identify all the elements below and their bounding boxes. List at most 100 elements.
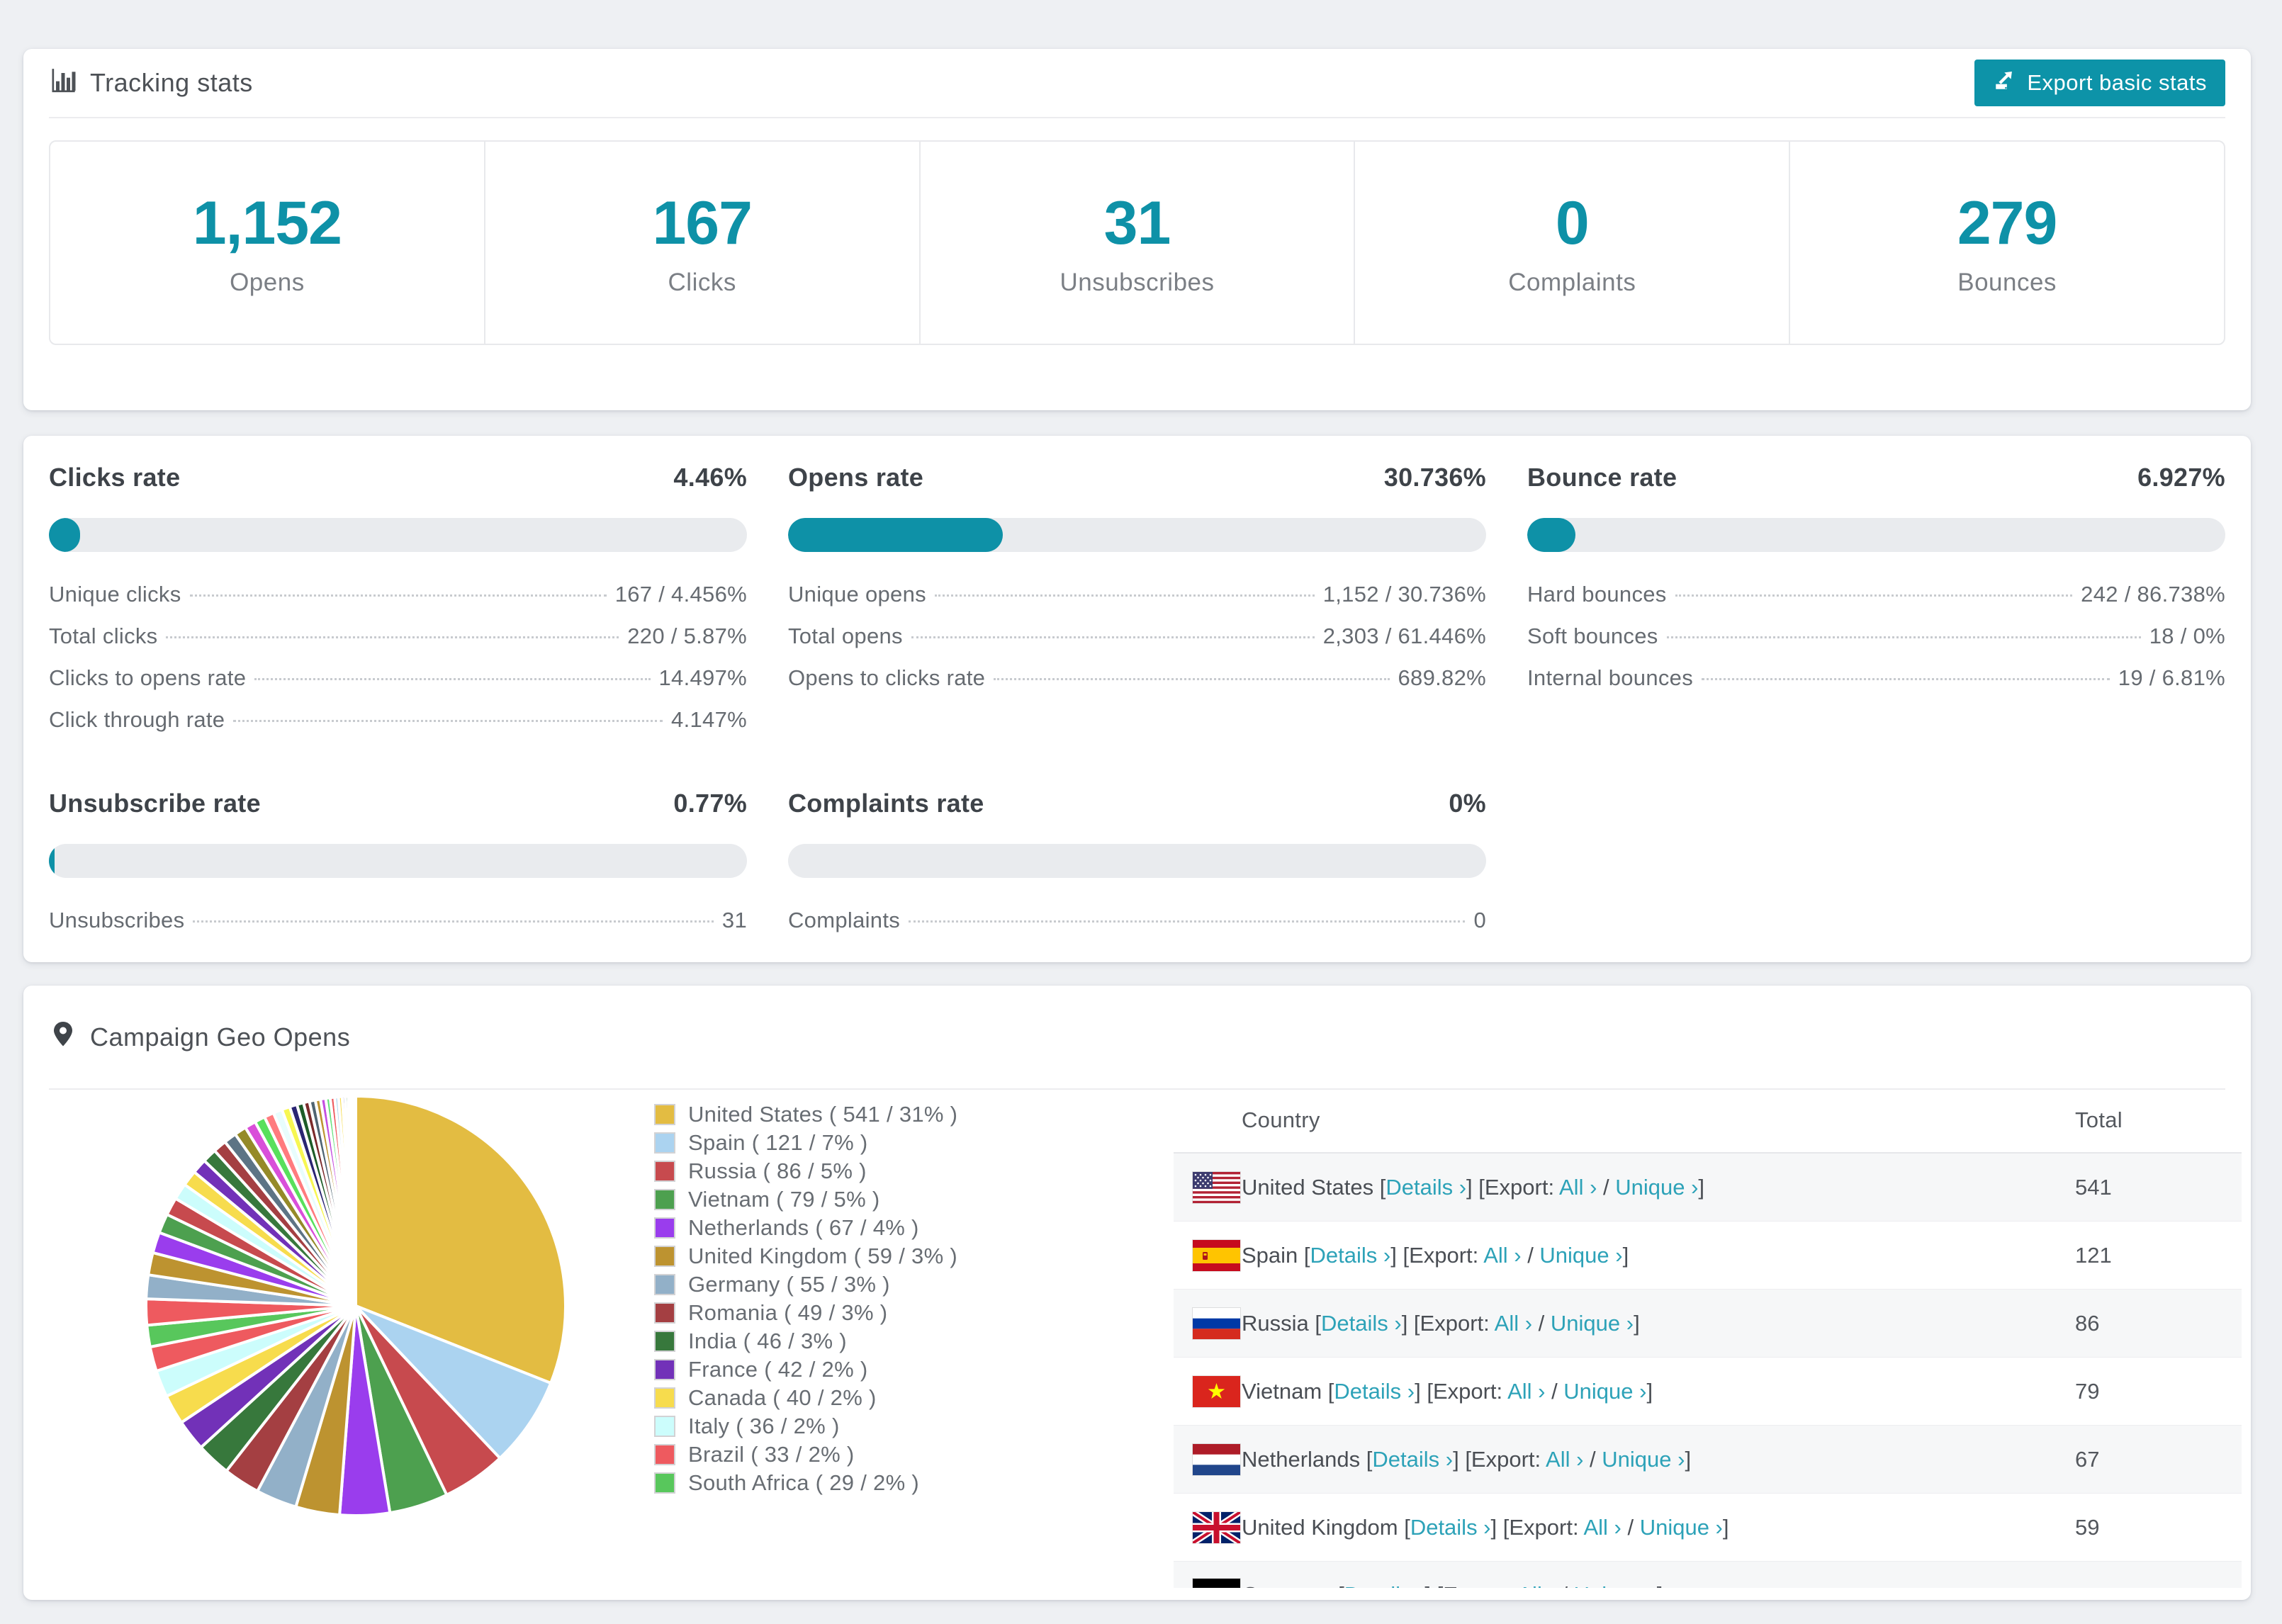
- rate-title: Complaints rate: [788, 789, 984, 818]
- legend-item: United States ( 541 / 31% ): [654, 1100, 957, 1129]
- bar-chart-icon: [49, 66, 77, 101]
- export-unique-link[interactable]: Unique ›: [1615, 1175, 1698, 1200]
- stat-label: Unsubscribes: [1060, 269, 1215, 296]
- rate-row-label: Unique clicks: [49, 582, 181, 607]
- flag-united-kingdom-icon: [1193, 1511, 1240, 1543]
- rate-title: Clicks rate: [49, 463, 181, 492]
- export-all-link[interactable]: All ›: [1583, 1515, 1621, 1540]
- export-all-link[interactable]: All ›: [1559, 1175, 1597, 1200]
- legend-item: Spain ( 121 / 7% ): [654, 1129, 957, 1157]
- export-all-link[interactable]: All ›: [1483, 1243, 1521, 1268]
- dotted-leader: [166, 636, 619, 638]
- rate-row-label: Total clicks: [49, 624, 158, 648]
- tracking-stats-panel: Tracking stats Export basic stats 1,152 …: [23, 49, 2251, 410]
- details-link[interactable]: Details ›: [1310, 1243, 1391, 1268]
- legend-label: Spain ( 121 / 7% ): [688, 1130, 868, 1155]
- legend-label: Vietnam ( 79 / 5% ): [688, 1187, 880, 1212]
- legend-item: Romania ( 49 / 3% ): [654, 1299, 957, 1327]
- tracking-stats-header: Tracking stats Export basic stats: [49, 49, 2225, 118]
- details-link[interactable]: Details ›: [1410, 1515, 1491, 1540]
- opens-rate-bar: [788, 518, 1486, 552]
- rate-row-label: Opens to clicks rate: [788, 665, 986, 690]
- details-link[interactable]: Details ›: [1321, 1311, 1402, 1336]
- legend-label: Romania ( 49 / 3% ): [688, 1300, 888, 1325]
- export-icon: [1993, 68, 2017, 98]
- dotted-leader: [1666, 636, 2141, 638]
- export-all-link[interactable]: All ›: [1495, 1311, 1532, 1336]
- export-unique-link[interactable]: Unique ›: [1640, 1515, 1723, 1540]
- country-total: 541: [2075, 1174, 2112, 1200]
- export-all-link[interactable]: All ›: [1517, 1582, 1555, 1588]
- geo-header: Campaign Geo Opens: [49, 986, 2225, 1090]
- legend-swatch: [654, 1189, 675, 1210]
- stat-value: 167: [652, 189, 752, 257]
- rate-row: Soft bounces 18 / 0%: [1527, 624, 2225, 665]
- dotted-leader: [909, 920, 1466, 923]
- details-link[interactable]: Details ›: [1386, 1175, 1466, 1200]
- rate-row: Complaints 0: [788, 908, 1486, 949]
- table-row: United Kingdom [Details ›] [Export: All …: [1174, 1494, 2242, 1562]
- legend-item: Canada ( 40 / 2% ): [654, 1384, 957, 1412]
- export-unique-link[interactable]: Unique ›: [1574, 1582, 1657, 1588]
- rate-value: 4.46%: [673, 463, 747, 492]
- details-link[interactable]: Details ›: [1334, 1379, 1415, 1404]
- legend-label: Russia ( 86 / 5% ): [688, 1158, 867, 1183]
- rate-row-value: 242 / 86.738%: [2081, 582, 2225, 607]
- rate-row: Hard bounces 242 / 86.738%: [1527, 582, 2225, 624]
- stat-label: Complaints: [1508, 269, 1636, 296]
- rate-title: Opens rate: [788, 463, 924, 492]
- stat-complaints: 0 Complaints: [1355, 142, 1791, 344]
- table-row: Vietnam [Details ›] [Export: All › / Uni…: [1174, 1358, 2242, 1426]
- opens-rate-card: Opens rate 30.736% Unique opens 1,152 / 3…: [788, 463, 1486, 749]
- geo-pie-chart: [144, 1094, 567, 1517]
- legend-label: France ( 42 / 2% ): [688, 1357, 868, 1382]
- legend-label: Germany ( 55 / 3% ): [688, 1272, 890, 1297]
- rate-row-value: 0: [1473, 908, 1486, 932]
- rate-row-label: Total opens: [788, 624, 903, 648]
- details-link[interactable]: Details ›: [1372, 1447, 1453, 1472]
- legend-swatch: [654, 1444, 675, 1465]
- country-total: 121: [2075, 1242, 2112, 1268]
- summary-stats-box: 1,152 Opens 167 Clicks 31 Unsubscribes 0…: [49, 140, 2225, 345]
- table-row: Spain [Details ›] [Export: All › / Uniqu…: [1174, 1222, 2242, 1290]
- legend-swatch: [654, 1274, 675, 1295]
- legend-swatch: [654, 1161, 675, 1182]
- rate-row-label: Clicks to opens rate: [49, 665, 247, 690]
- country-name: United Kingdom: [1242, 1514, 1398, 1540]
- rate-row-label: Unique opens: [788, 582, 926, 607]
- rate-row: Internal bounces 19 / 6.81%: [1527, 665, 2225, 707]
- legend-label: United States ( 541 / 31% ): [688, 1102, 958, 1127]
- table-row-partial: Germany [Details ›] [Export: All › / Uni…: [1174, 1562, 2242, 1588]
- dotted-leader: [233, 720, 663, 722]
- export-all-link[interactable]: All ›: [1507, 1379, 1545, 1404]
- export-unique-link[interactable]: Unique ›: [1563, 1379, 1646, 1404]
- rate-value: 6.927%: [2137, 463, 2225, 492]
- country-total: 67: [2075, 1446, 2100, 1472]
- export-unique-link[interactable]: Unique ›: [1539, 1243, 1622, 1268]
- legend-swatch: [654, 1246, 675, 1267]
- dotted-leader: [193, 920, 714, 923]
- export-unique-link[interactable]: Unique ›: [1602, 1447, 1685, 1472]
- rate-row-value: 1,152 / 30.736%: [1322, 582, 1486, 607]
- bar-fill: [49, 844, 55, 878]
- legend-swatch: [654, 1472, 675, 1494]
- country-name: Germany: [1242, 1582, 1332, 1588]
- rate-row: Unique clicks 167 / 4.456%: [49, 582, 747, 624]
- legend-item: Italy ( 36 / 2% ): [654, 1412, 957, 1440]
- export-all-link[interactable]: All ›: [1546, 1447, 1583, 1472]
- stat-label: Clicks: [668, 269, 736, 296]
- panel-title-text: Campaign Geo Opens: [90, 1022, 351, 1051]
- stat-value: 0: [1555, 189, 1590, 257]
- export-basic-stats-button[interactable]: Export basic stats: [1974, 60, 2225, 106]
- export-unique-link[interactable]: Unique ›: [1551, 1311, 1634, 1336]
- country-total: 79: [2075, 1378, 2100, 1404]
- details-link[interactable]: Details ›: [1344, 1582, 1425, 1588]
- flag-vietnam-icon: [1193, 1375, 1240, 1407]
- dotted-leader: [189, 594, 607, 597]
- legend-swatch: [654, 1387, 675, 1409]
- rates-panel: Clicks rate 4.46% Unique clicks 167 / 4.4…: [23, 436, 2251, 962]
- rate-row: Total opens 2,303 / 61.446%: [788, 624, 1486, 665]
- legend-item: South Africa ( 29 / 2% ): [654, 1469, 957, 1497]
- country-name: Russia: [1242, 1310, 1309, 1336]
- dotted-leader: [1675, 594, 2073, 597]
